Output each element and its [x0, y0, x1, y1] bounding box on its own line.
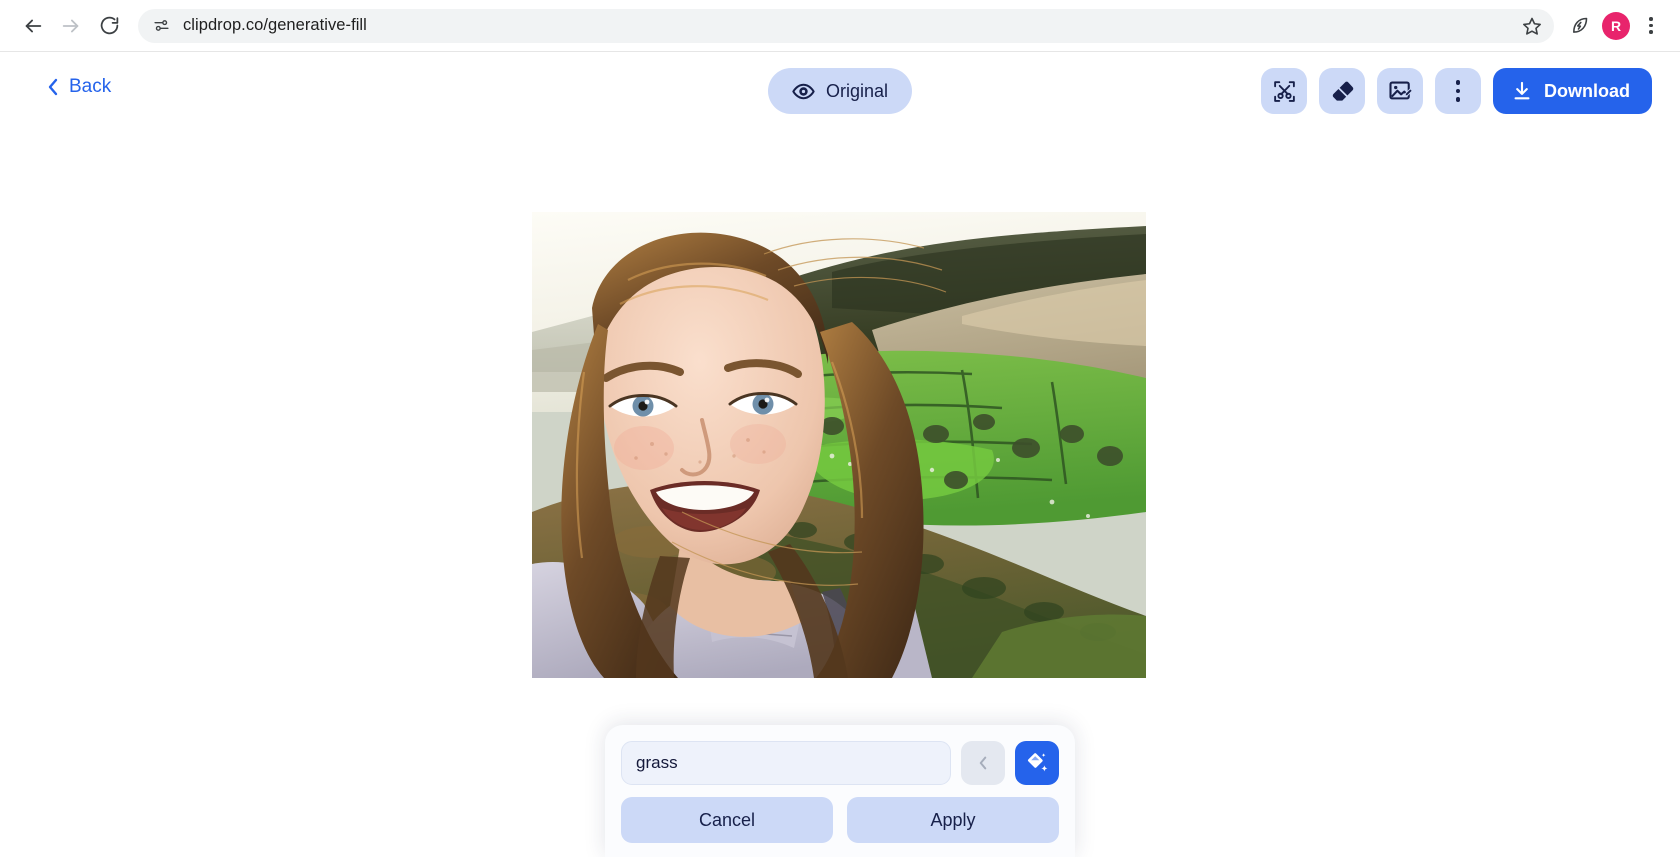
apply-button[interactable]: Apply: [847, 797, 1059, 843]
download-button-label: Download: [1544, 80, 1630, 101]
energy-saver-leaf-icon: [1572, 17, 1587, 33]
header-actions: Download: [1261, 68, 1652, 114]
browser-toolbar: clipdrop.co/generative-fill R: [0, 0, 1680, 52]
site-settings-icon: [153, 20, 169, 31]
eye-icon: [792, 83, 815, 99]
download-button[interactable]: Download: [1493, 68, 1652, 114]
url-text[interactable]: clipdrop.co/generative-fill: [183, 16, 1518, 35]
browser-back-button[interactable]: [14, 7, 52, 45]
browser-reload-button[interactable]: [90, 7, 128, 45]
edited-image[interactable]: [532, 212, 1146, 678]
app-header: Back Original Download: [0, 52, 1680, 128]
star-icon: [1523, 17, 1541, 35]
clipdrop-generative-fill-app: Back Original Download grass Cancel Appl…: [0, 52, 1680, 857]
three-dot-menu-icon-dot2: [1649, 23, 1653, 28]
arrow-right-icon: [62, 19, 79, 32]
generate-fill-button[interactable]: [1015, 741, 1059, 785]
chevron-left-icon: [979, 756, 987, 770]
original-toggle-label: Original: [825, 80, 889, 101]
eraser-tool-button[interactable]: [1319, 68, 1365, 114]
editor-canvas[interactable]: [0, 128, 1680, 778]
reload-icon: [100, 16, 118, 35]
cleanup-cutout-tool-button[interactable]: [1261, 68, 1307, 114]
three-dot-menu-icon-dot3: [1455, 97, 1461, 102]
photo-illustration: [532, 212, 1146, 678]
magic-fill-icon: [1027, 753, 1048, 772]
three-dot-menu-icon: [1455, 80, 1461, 85]
prompt-row: [621, 741, 1059, 785]
image-edit-tool-button[interactable]: [1377, 68, 1423, 114]
site-settings-button[interactable]: [148, 13, 174, 39]
generative-fill-panel: Cancel Apply: [605, 725, 1075, 857]
previous-variation-button[interactable]: [961, 741, 1005, 785]
profile-avatar[interactable]: R: [1602, 11, 1630, 40]
download-icon: [1514, 81, 1530, 100]
energy-saver-button[interactable]: [1562, 9, 1596, 43]
scissors-cutout-icon: [1273, 80, 1295, 102]
browser-forward-button[interactable]: [52, 7, 90, 45]
chevron-left-icon: [48, 78, 58, 96]
arrow-left-icon: [25, 19, 42, 32]
back-button[interactable]: Back: [40, 70, 117, 104]
original-toggle-button[interactable]: Original: [767, 68, 913, 114]
prompt-input[interactable]: [621, 741, 951, 785]
three-dot-menu-icon-dot2: [1455, 88, 1461, 94]
cancel-button[interactable]: Cancel: [621, 797, 833, 843]
back-button-label: Back: [69, 76, 112, 97]
browser-menu-button[interactable]: [1636, 9, 1666, 43]
bookmark-button[interactable]: [1518, 12, 1546, 40]
image-edit-icon: [1388, 81, 1413, 99]
more-options-button[interactable]: [1435, 68, 1481, 114]
eraser-icon: [1332, 81, 1353, 101]
three-dot-menu-icon: [1649, 17, 1653, 21]
three-dot-menu-icon-dot3: [1649, 30, 1653, 34]
panel-actions: Cancel Apply: [621, 797, 1059, 843]
address-bar[interactable]: clipdrop.co/generative-fill: [138, 8, 1554, 43]
